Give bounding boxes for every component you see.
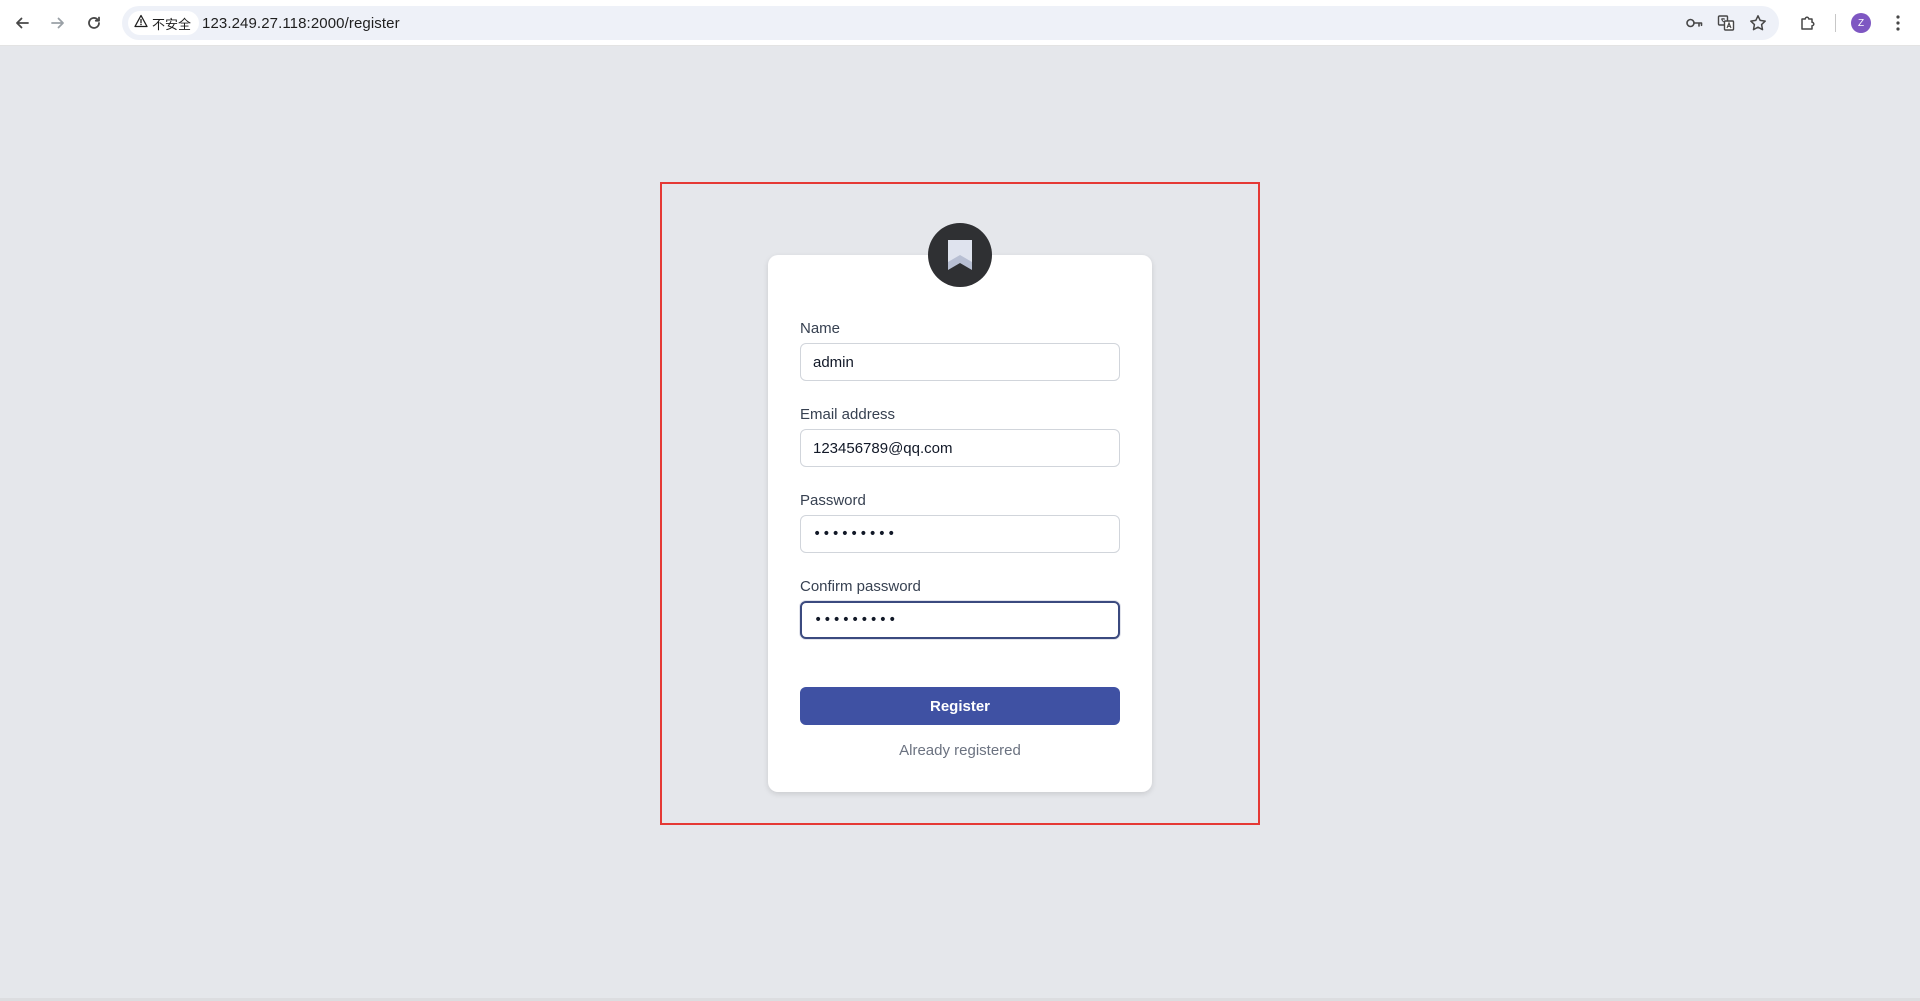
forward-arrow-icon[interactable] bbox=[46, 11, 70, 35]
avatar-letter: Z bbox=[1857, 17, 1865, 29]
security-indicator[interactable]: 不安全 bbox=[128, 11, 200, 35]
name-field[interactable] bbox=[800, 343, 1120, 381]
password-label: Password bbox=[800, 492, 866, 509]
profile-avatar[interactable]: Z bbox=[1851, 13, 1871, 33]
security-label: 不安全 bbox=[152, 17, 192, 33]
email-label: Email address bbox=[800, 406, 896, 423]
star-icon[interactable] bbox=[1749, 14, 1767, 32]
name-label: Name bbox=[800, 320, 841, 337]
kebab-menu-icon[interactable] bbox=[1887, 12, 1909, 34]
address-bar[interactable]: 不安全 123.249.27.118:2000/register bbox=[122, 6, 1779, 40]
browser-toolbar: 不安全 123.249.27.118:2000/register Z bbox=[0, 0, 1920, 46]
confirm-password-label: Confirm password bbox=[800, 578, 921, 595]
translate-icon[interactable] bbox=[1717, 14, 1735, 32]
bookmark-logo-icon bbox=[928, 223, 992, 287]
key-icon[interactable] bbox=[1685, 14, 1703, 32]
url-text[interactable]: 123.249.27.118:2000/register bbox=[202, 15, 400, 32]
password-field[interactable]: ••••••••• bbox=[800, 515, 1120, 553]
toolbar-divider bbox=[1835, 14, 1836, 32]
warning-icon bbox=[134, 14, 148, 32]
register-button[interactable]: Register bbox=[800, 687, 1120, 725]
back-arrow-icon[interactable] bbox=[10, 11, 34, 35]
confirm-password-field[interactable]: ••••••••• bbox=[800, 601, 1120, 639]
email-field[interactable] bbox=[800, 429, 1120, 467]
reload-icon[interactable] bbox=[82, 11, 106, 35]
already-registered-link[interactable]: Already registered bbox=[800, 742, 1120, 759]
puzzle-icon[interactable] bbox=[1797, 12, 1819, 34]
